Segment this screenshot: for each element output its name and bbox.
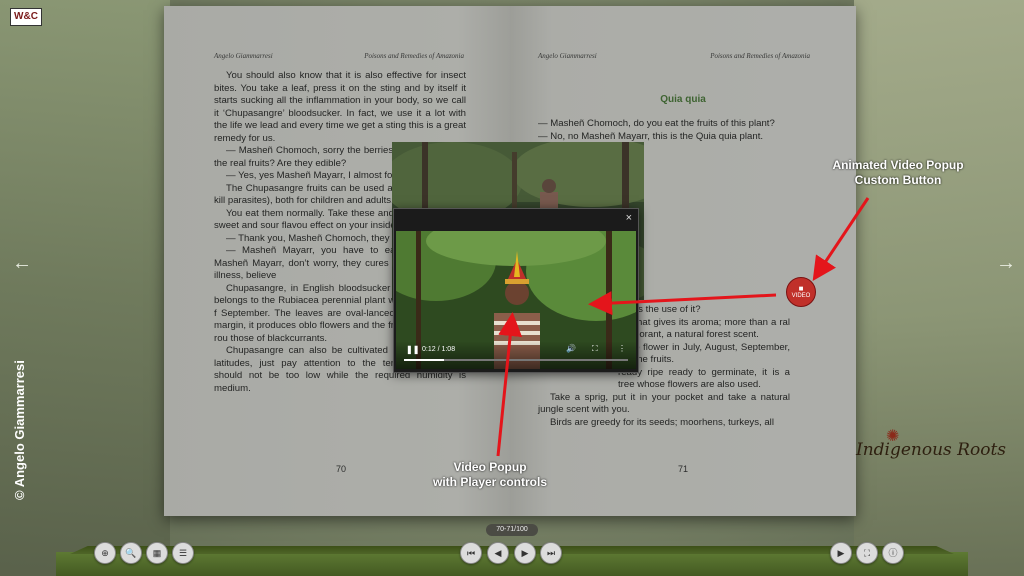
thumbnails-icon[interactable]: ▦ — [146, 542, 168, 564]
time-display: 0:12 / 1:08 — [422, 346, 456, 353]
prev-page-icon[interactable]: ◀ — [487, 542, 509, 564]
site-logo[interactable]: W&C — [10, 8, 42, 26]
paragraph: Birds are greedy for its seeds; moorhens… — [550, 416, 774, 428]
first-page-icon[interactable]: ⏮ — [460, 542, 482, 564]
section-title: Quia quia — [660, 94, 706, 105]
background-right — [854, 0, 1024, 576]
video-button-label: VIDEO — [791, 293, 811, 299]
search-icon[interactable]: 🔍 — [120, 542, 142, 564]
progress-fill — [404, 359, 445, 361]
next-page-icon[interactable]: ▶ — [514, 542, 536, 564]
progress-bar[interactable] — [404, 359, 628, 361]
fullscreen-icon[interactable]: ⛶ — [592, 344, 598, 354]
video-player[interactable]: ❚❚ 0:12 / 1:08 🔊 ⛶ ⋮ — [396, 231, 636, 369]
autoplay-icon[interactable]: ▶ — [830, 542, 852, 564]
prev-page-arrow-icon[interactable]: ← — [12, 252, 32, 275]
last-page-icon[interactable]: ⏭ — [540, 542, 562, 564]
running-author: Angelo Giammarresi — [538, 52, 597, 60]
copyright-notice: © Angelo Giammarresi — [12, 360, 27, 500]
dialogue-line: — Masheñ Chomoch, do you eat the fruits … — [538, 118, 775, 129]
page-number: 70 — [336, 464, 347, 474]
annotation-custom-button: Animated Video Popup Custom Button — [832, 158, 964, 187]
next-page-arrow-icon[interactable]: → — [996, 252, 1016, 275]
running-author: Angelo Giammarresi — [214, 52, 273, 60]
more-options-icon[interactable]: ⋮ — [618, 344, 626, 353]
camera-icon: ■ — [798, 284, 804, 293]
video-popup: × ❚❚ 0:12 / 1:08 🔊 ⛶ ⋮ — [393, 208, 639, 373]
annotation-player-controls: Video Popup with Player controls — [432, 460, 548, 489]
zoom-in-icon[interactable]: ⊕ — [94, 542, 116, 564]
page-counter: 70-71/100 — [486, 524, 538, 536]
toolbar-shelf-edge — [70, 546, 954, 554]
pause-icon[interactable]: ❚❚ — [406, 345, 419, 354]
player-controls: ❚❚ 0:12 / 1:08 🔊 ⛶ ⋮ — [396, 341, 636, 369]
paragraph: Take a sprig, put it in your pocket and … — [538, 391, 790, 416]
right-page-intro: — Masheñ Chomoch, do you eat the fruits … — [538, 118, 790, 143]
paragraph: You should also know that it is also eff… — [214, 70, 466, 144]
table-of-contents-icon[interactable]: ☰ — [172, 542, 194, 564]
info-icon[interactable]: ⓘ — [882, 542, 904, 564]
close-icon[interactable]: × — [626, 212, 632, 224]
brand-logo: Indigenous Roots — [856, 440, 1007, 460]
volume-icon[interactable]: 🔊 — [566, 344, 576, 353]
running-title: Poisons and Remedies of Amazonia — [710, 52, 810, 60]
page-number: 71 — [678, 464, 689, 474]
fullscreen-toggle-icon[interactable]: ⛶ — [856, 542, 878, 564]
video-popup-button[interactable]: ■ VIDEO — [786, 277, 816, 307]
running-title: Poisons and Remedies of Amazonia — [364, 52, 464, 60]
